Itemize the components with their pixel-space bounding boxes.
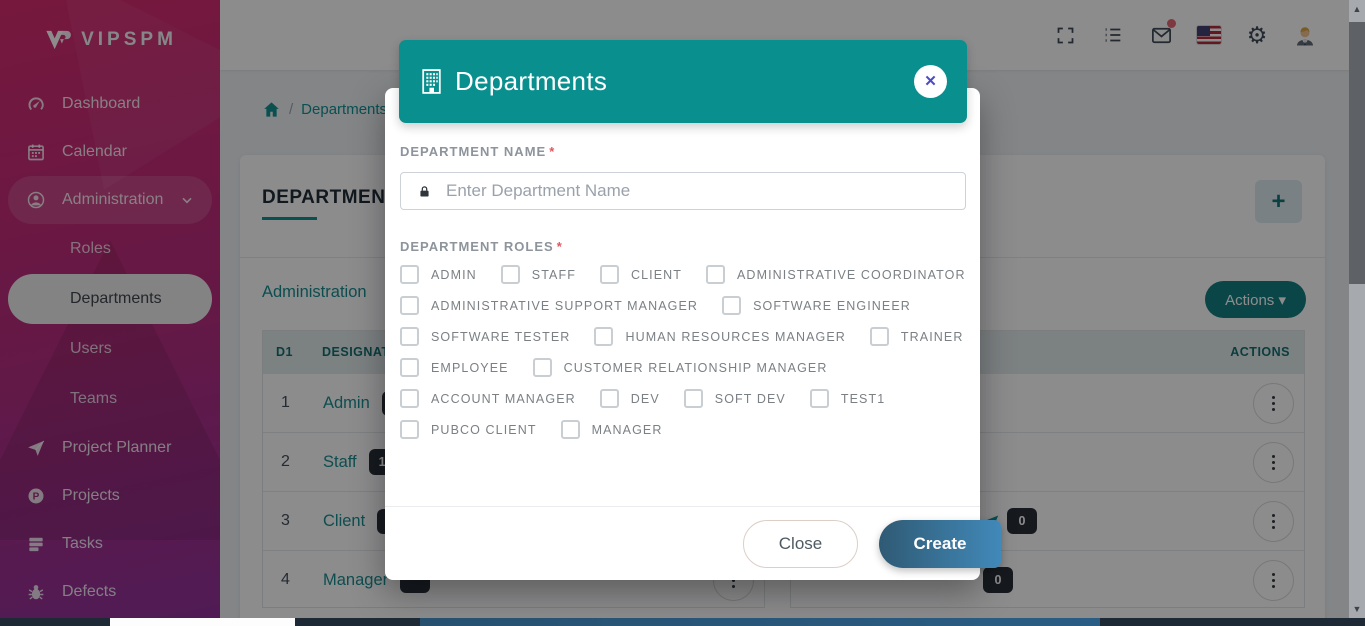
vertical-scrollbar-thumb[interactable] <box>1349 22 1365 284</box>
role-option-account-manager: ACCOUNT MANAGER <box>400 389 576 408</box>
role-checkbox[interactable] <box>706 265 725 284</box>
role-checkbox[interactable] <box>501 265 520 284</box>
role-checkbox[interactable] <box>400 296 419 315</box>
role-option-employee: EMPLOYEE <box>400 358 509 377</box>
role-checkbox[interactable] <box>400 358 419 377</box>
role-checkbox[interactable] <box>600 389 619 408</box>
modal-header: Departments ✕ <box>399 40 967 123</box>
role-label: CLIENT <box>631 268 682 282</box>
horizontal-scrollbar-thumb[interactable] <box>110 618 295 626</box>
department-roles-group: ADMIN STAFF CLIENT ADMINISTRATIVE COORDINAT… <box>400 265 966 451</box>
horizontal-scrollbar-accent <box>420 618 1100 626</box>
role-label: TRAINER <box>901 330 964 344</box>
role-row: ADMIN STAFF CLIENT ADMINISTRATIVE COORDINAT… <box>400 265 966 284</box>
department-roles-label: DEPARTMENT ROLES* <box>400 239 563 254</box>
role-label: ADMINISTRATIVE COORDINATOR <box>737 268 966 282</box>
role-checkbox[interactable] <box>870 327 889 346</box>
role-checkbox[interactable] <box>400 420 419 439</box>
role-checkbox[interactable] <box>810 389 829 408</box>
modal-title: Departments <box>455 66 607 97</box>
role-label: ADMIN <box>431 268 477 282</box>
role-label: PUBCO CLIENT <box>431 423 537 437</box>
departments-modal: DEPARTMENT NAME* DEPARTMENT ROLES* ADMIN… <box>385 88 980 580</box>
role-row: PUBCO CLIENT MANAGER <box>400 420 966 439</box>
role-checkbox[interactable] <box>400 389 419 408</box>
role-option-administrative-coordinator: ADMINISTRATIVE COORDINATOR <box>706 265 966 284</box>
role-option-customer-relationship-manager: CUSTOMER RELATIONSHIP MANAGER <box>533 358 828 377</box>
role-checkbox[interactable] <box>561 420 580 439</box>
role-label: SOFTWARE TESTER <box>431 330 570 344</box>
role-label: MANAGER <box>592 423 663 437</box>
role-label: CUSTOMER RELATIONSHIP MANAGER <box>564 361 828 375</box>
role-label: SOFTWARE ENGINEER <box>753 299 911 313</box>
scroll-up-arrow[interactable]: ▲ <box>1349 2 1365 16</box>
required-asterisk: * <box>549 144 555 159</box>
role-row: EMPLOYEE CUSTOMER RELATIONSHIP MANAGER <box>400 358 966 377</box>
role-checkbox[interactable] <box>400 327 419 346</box>
role-option-trainer: TRAINER <box>870 327 964 346</box>
close-icon[interactable]: ✕ <box>914 65 947 98</box>
modal-footer: Close Create <box>385 506 980 580</box>
lock-icon <box>417 183 432 200</box>
role-row: ADMINISTRATIVE SUPPORT MANAGER SOFTWARE E… <box>400 296 966 315</box>
role-option-software-engineer: SOFTWARE ENGINEER <box>722 296 911 315</box>
department-name-field <box>400 172 966 210</box>
role-checkbox[interactable] <box>722 296 741 315</box>
required-asterisk: * <box>557 239 563 254</box>
role-checkbox[interactable] <box>533 358 552 377</box>
role-label: DEV <box>631 392 660 406</box>
create-button[interactable]: Create <box>879 520 1001 568</box>
role-label: ACCOUNT MANAGER <box>431 392 576 406</box>
role-row: ACCOUNT MANAGER DEV SOFT DEV TEST1 <box>400 389 966 408</box>
role-option-staff: STAFF <box>501 265 576 284</box>
role-option-pubco-client: PUBCO CLIENT <box>400 420 537 439</box>
role-option-human-resources-manager: HUMAN RESOURCES MANAGER <box>594 327 845 346</box>
role-checkbox[interactable] <box>600 265 619 284</box>
role-checkbox[interactable] <box>400 265 419 284</box>
role-checkbox[interactable] <box>594 327 613 346</box>
role-checkbox[interactable] <box>684 389 703 408</box>
role-label: STAFF <box>532 268 576 282</box>
role-option-client: CLIENT <box>600 265 682 284</box>
role-option-dev: DEV <box>600 389 660 408</box>
role-label: SOFT DEV <box>715 392 786 406</box>
scroll-down-arrow[interactable]: ▼ <box>1349 602 1365 616</box>
close-button[interactable]: Close <box>743 520 858 568</box>
department-name-input[interactable] <box>432 181 965 201</box>
role-option-soft-dev: SOFT DEV <box>684 389 786 408</box>
role-option-manager: MANAGER <box>561 420 663 439</box>
building-icon <box>419 68 444 95</box>
role-label: HUMAN RESOURCES MANAGER <box>625 330 845 344</box>
role-label: TEST1 <box>841 392 885 406</box>
horizontal-scrollbar <box>0 618 1365 626</box>
role-label: EMPLOYEE <box>431 361 509 375</box>
role-option-admin: ADMIN <box>400 265 477 284</box>
role-option-test1: TEST1 <box>810 389 885 408</box>
vertical-scrollbar: ▲ ▼ <box>1349 0 1365 618</box>
role-row: SOFTWARE TESTER HUMAN RESOURCES MANAGER TR… <box>400 327 966 346</box>
role-option-administrative-support-manager: ADMINISTRATIVE SUPPORT MANAGER <box>400 296 698 315</box>
role-option-software-tester: SOFTWARE TESTER <box>400 327 570 346</box>
department-name-label: DEPARTMENT NAME* <box>400 144 555 159</box>
app-root: VIPSPM DashboardCalendarAdministrationRo… <box>0 0 1365 626</box>
role-label: ADMINISTRATIVE SUPPORT MANAGER <box>431 299 698 313</box>
